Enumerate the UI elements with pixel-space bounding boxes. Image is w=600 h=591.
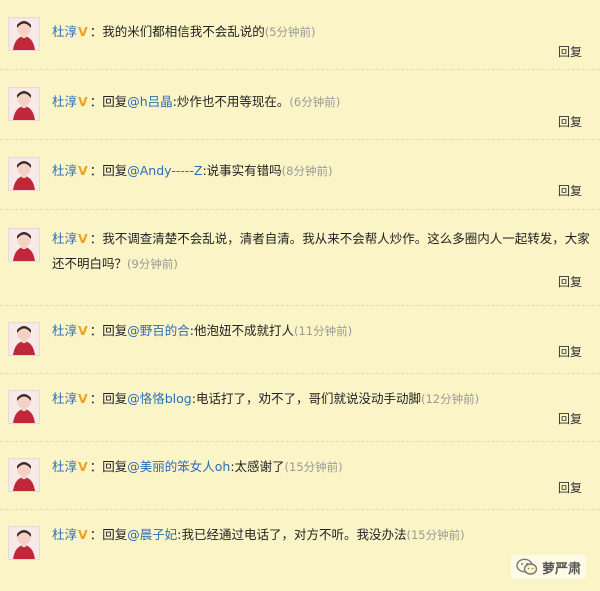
comment-item: 杜淳V ：回复@野百的合:他泡妞不成就打人(11分钟前) 回复 [0,306,600,374]
avatar[interactable] [8,228,40,262]
username-link[interactable]: 杜淳 [52,231,77,246]
separator: ： [89,459,103,474]
timestamp: (6分钟前) [289,95,341,109]
comment-text: :我已经通过电话了，对方不听。我没办法 [177,527,407,542]
reply-button[interactable]: 回复 [558,182,582,199]
username-link[interactable]: 杜淳 [52,24,77,39]
comment-text: :说事实有错吗 [202,163,282,178]
comment-item: 杜淳V ：回复@晨子妃:我已经通过电话了，对方不听。我没办法(15分钟前) [0,510,600,591]
comment-text: :炒作也不用等现在。 [172,94,290,109]
avatar-image [9,323,39,355]
reply-prefix: 回复 [102,163,128,178]
comment-body: 杜淳V ：回复@野百的合:他泡妞不成就打人(11分钟前) [52,318,592,344]
reply-prefix: 回复 [102,527,128,542]
comment-body: 杜淳V ：我不调查清楚不会乱说，清者自清。我从来不会帮人炒作。这么多圈内人一起转发… [52,226,592,277]
comment-text: 我的米们都相信我不会乱说的 [102,24,265,39]
mention-link[interactable]: @Andy-----Z [127,163,202,178]
vip-v-icon: V [78,24,88,39]
comment-body: 杜淳V ：回复@Andy-----Z:说事实有错吗(8分钟前) [52,158,592,184]
vip-v-icon: V [78,391,88,406]
comment-item: 杜淳V ：回复@美丽的笨女人oh:太感谢了(15分钟前) 回复 [0,442,600,510]
vip-v-icon: V [78,527,88,542]
comment-item: 杜淳V ：我的米们都相信我不会乱说的(5分钟前) 回复 [0,0,600,70]
timestamp: (15分钟前) [284,460,343,474]
wechat-icon [516,558,538,575]
avatar-image [9,18,39,50]
avatar[interactable] [8,322,40,356]
mention-link[interactable]: @晨子妃 [127,527,177,542]
timestamp: (12分钟前) [420,392,480,406]
comment-text: :太感谢了 [230,459,285,474]
reply-button[interactable]: 回复 [558,113,582,130]
mention-link[interactable]: @野百的合 [127,323,190,338]
timestamp: (9分钟前) [127,257,178,271]
separator: ： [89,163,103,178]
username-link[interactable]: 杜淳 [52,163,77,178]
comment-item: 杜淳V ：回复@Andy-----Z:说事实有错吗(8分钟前) 回复 [0,140,600,210]
separator: ： [89,323,103,338]
vip-v-icon: V [78,94,88,109]
vip-v-icon: V [78,231,88,246]
username-link[interactable]: 杜淳 [52,527,77,542]
avatar-image [9,527,39,559]
timestamp: (11分钟前) [293,324,353,338]
separator: ： [89,94,103,109]
timestamp: (15分钟前) [406,528,465,542]
vip-v-icon: V [78,323,88,338]
comment-item: 杜淳V ：回复@恪恪blog:电话打了，劝不了，哥们就说没动手动脚(12分钟前) … [0,374,600,442]
avatar[interactable] [8,390,40,424]
reply-button[interactable]: 回复 [558,479,582,496]
avatar[interactable] [8,17,40,51]
reply-button[interactable]: 回复 [558,273,582,290]
reply-prefix: 回复 [102,323,128,338]
comment-item: 杜淳V ：回复@h吕晶:炒作也不用等现在。(6分钟前) 回复 [0,70,600,140]
username-link[interactable]: 杜淳 [52,94,77,109]
avatar[interactable] [8,458,40,492]
comment-body: 杜淳V ：回复@晨子妃:我已经通过电话了，对方不听。我没办法(15分钟前) [52,522,592,548]
username-link[interactable]: 杜淳 [52,391,77,406]
comment-list: 杜淳V ：我的米们都相信我不会乱说的(5分钟前) 回复 杜淳V ：回复@h吕晶:炒作… [0,0,600,591]
avatar[interactable] [8,526,40,560]
username-link[interactable]: 杜淳 [52,459,77,474]
reply-prefix: 回复 [102,459,128,474]
separator: ： [89,24,103,39]
mention-link[interactable]: @恪恪blog [127,391,192,406]
watermark: 萝严肃 [510,555,586,579]
reply-button[interactable]: 回复 [558,410,582,427]
comment-text: :他泡妞不成就打人 [189,323,294,338]
avatar-image [9,459,39,491]
timestamp: (8分钟前) [281,164,333,178]
avatar[interactable] [8,157,40,191]
avatar-image [9,391,39,423]
reply-button[interactable]: 回复 [558,343,582,360]
watermark-text: 萝严肃 [541,561,581,577]
avatar-image [9,158,39,190]
mention-link[interactable]: @h吕晶 [127,94,172,109]
reply-button[interactable]: 回复 [558,43,582,60]
comment-text: :电话打了，劝不了，哥们就说没动手动脚 [191,391,421,406]
separator: ： [89,391,103,406]
vip-v-icon: V [78,163,88,178]
comment-body: 杜淳V ：回复@美丽的笨女人oh:太感谢了(15分钟前) [52,454,592,480]
avatar-image [9,88,39,120]
separator: ： [89,231,103,246]
comment-body: 杜淳V ：回复@恪恪blog:电话打了，劝不了，哥们就说没动手动脚(12分钟前) [52,386,592,412]
reply-prefix: 回复 [102,391,128,406]
avatar-image [9,229,39,261]
timestamp: (5分钟前) [264,25,316,39]
comment-body: 杜淳V ：回复@h吕晶:炒作也不用等现在。(6分钟前) [52,89,592,115]
separator: ： [89,527,103,542]
vip-v-icon: V [78,459,88,474]
mention-link[interactable]: @美丽的笨女人oh [127,459,230,474]
reply-prefix: 回复 [102,94,128,109]
username-link[interactable]: 杜淳 [52,323,77,338]
comment-body: 杜淳V ：我的米们都相信我不会乱说的(5分钟前) [52,19,592,45]
comment-item: 杜淳V ：我不调查清楚不会乱说，清者自清。我从来不会帮人炒作。这么多圈内人一起转发… [0,210,600,306]
avatar[interactable] [8,87,40,121]
